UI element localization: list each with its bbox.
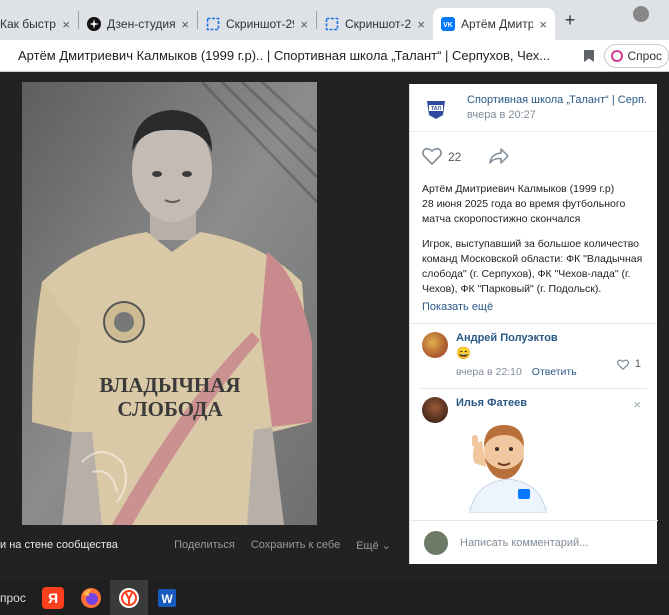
word-icon[interactable]: W (148, 580, 186, 615)
os-taskbar: прос Я W (0, 580, 669, 615)
avatar (424, 530, 448, 555)
screenshot-icon (206, 17, 220, 31)
group-name-link[interactable]: Спортивная школа „Талант“ | Серп... (467, 94, 647, 106)
more-label: Ещё (356, 539, 379, 552)
yandex-icon[interactable]: Я (34, 580, 72, 615)
heart-icon[interactable] (422, 147, 442, 168)
chevron-down-icon: ⌄ (381, 539, 391, 552)
comment-input[interactable]: Написать комментарий... (460, 537, 588, 549)
close-icon[interactable]: × (62, 17, 70, 32)
tab-screenshot-2[interactable]: Скриншот-29-06 × (317, 8, 433, 40)
heart-icon (616, 359, 629, 370)
tab-screenshot-1[interactable]: Скриншот-29-06 × (198, 8, 316, 40)
share-arrow-icon[interactable] (489, 147, 510, 167)
tab-label: Артём Дмитри (461, 17, 534, 31)
tab-vk-active[interactable]: VK Артём Дмитри × (433, 8, 555, 40)
comment-time[interactable]: вчера в 22:10 (456, 366, 522, 378)
url-field[interactable]: Артём Дмитриевич Калмыков (1999 г.р).. |… (0, 48, 574, 63)
post-line: Чехов), ФК "Парковый" (г. Подольск). (422, 283, 602, 295)
post-header: ТАЛ Спортивная школа „Талант“ | Серп... … (410, 84, 657, 132)
photo-source-link[interactable]: и на стене сообщества (0, 539, 118, 551)
like-count: 22 (448, 150, 462, 164)
comment-like[interactable]: 1 (616, 358, 641, 370)
tab-label: Как быстро снят (0, 17, 56, 31)
comment-meta: вчера в 22:10 Ответить (456, 366, 577, 378)
tab-label: Дзен-студия (107, 17, 176, 31)
comment-emoji: 😄 (456, 346, 471, 360)
bookmark-icon[interactable] (574, 49, 604, 63)
post-line: слобода" (г. Серпухов), ФК "Чехов-лада" … (422, 268, 631, 280)
close-icon[interactable]: × (300, 17, 308, 32)
tab-dzen[interactable]: Дзен-студия × (79, 8, 197, 40)
ask-button[interactable]: Спрос (604, 43, 669, 68)
screenshot-icon (325, 17, 339, 31)
post-side-panel: ТАЛ Спортивная школа „Талант“ | Серп... … (409, 84, 658, 564)
share-button[interactable]: Поделиться (174, 539, 235, 552)
post-time[interactable]: вчера в 20:27 (467, 109, 647, 121)
svg-text:Я: Я (48, 590, 58, 606)
post-line: Игрок, выступавший за большое количество (422, 238, 640, 250)
show-more-link[interactable]: Показать ещё (410, 301, 657, 313)
save-button[interactable]: Сохранить к себе (251, 539, 340, 552)
post-line: 28 июня 2025 года во время футбольного (422, 198, 626, 210)
dzen-icon (87, 17, 101, 31)
profile-icon[interactable] (633, 6, 649, 22)
comment-author[interactable]: Илья Фатеев (456, 397, 556, 409)
close-icon[interactable]: × (539, 17, 547, 32)
group-logo-icon[interactable]: ТАЛ (420, 90, 451, 125)
yandex-browser-icon[interactable] (110, 580, 148, 615)
ask-icon (611, 49, 624, 62)
player-photo-illustration: ВЛАДЫЧНАЯ СЛОБОДА (22, 82, 317, 525)
svg-text:VK: VK (443, 22, 453, 29)
browser-tab-bar: Как быстро снят × Дзен-студия × Скриншот… (0, 0, 669, 40)
viewer-actions: Поделиться Сохранить к себе Ещё ⌄ (174, 539, 391, 552)
new-tab-button[interactable]: + (559, 9, 581, 31)
svg-text:W: W (161, 592, 173, 606)
tab-how-to[interactable]: Как быстро снят × (0, 8, 78, 40)
comment-author[interactable]: Андрей Полуэктов (456, 332, 577, 344)
viewer-footer: и на стене сообщества Поделиться Сохрани… (0, 534, 405, 556)
comment-item: Андрей Полуэктов 😄 вчера в 22:10 Ответит… (410, 324, 657, 378)
avatar[interactable] (422, 397, 448, 423)
svg-text:ТАЛ: ТАЛ (431, 106, 441, 112)
comment-item: Илья Фатеев × (410, 389, 657, 514)
post-photo[interactable]: ВЛАДЫЧНАЯ СЛОБОДА (22, 82, 317, 525)
avatar[interactable] (422, 332, 448, 358)
vk-icon: VK (441, 17, 455, 31)
shirt-text-line-1: ВЛАДЫЧНАЯ (99, 373, 240, 397)
more-button[interactable]: Ещё ⌄ (356, 539, 391, 552)
reply-button[interactable]: Ответить (532, 366, 577, 378)
post-line: матча скоропостижно скончался (422, 213, 581, 225)
post-text: Артём Дмитриевич Калмыков (1999 г.р) 28 … (410, 182, 657, 297)
tab-label: Скриншот-29-06 (226, 17, 294, 31)
ask-label: Спрос (627, 48, 662, 63)
firefox-icon[interactable] (72, 580, 110, 615)
comment-composer: Написать комментарий... (410, 520, 658, 564)
comment-like-count: 1 (634, 358, 641, 370)
close-icon[interactable]: × (417, 17, 425, 32)
post-reactions: 22 (410, 132, 657, 182)
taskbar-search[interactable]: прос (0, 591, 30, 605)
post-line: Артём Дмитриевич Калмыков (1999 г.р) (422, 183, 615, 195)
tab-label: Скриншот-29-06 (345, 17, 412, 31)
shirt-text-line-2: СЛОБОДА (117, 397, 223, 421)
address-bar: Артём Дмитриевич Калмыков (1999 г.р).. |… (0, 40, 669, 72)
close-icon[interactable]: × (633, 397, 641, 412)
close-icon[interactable]: × (181, 17, 189, 32)
sticker-image (460, 413, 556, 514)
post-line: команд Московской области: ФК "Владычная (422, 253, 643, 265)
